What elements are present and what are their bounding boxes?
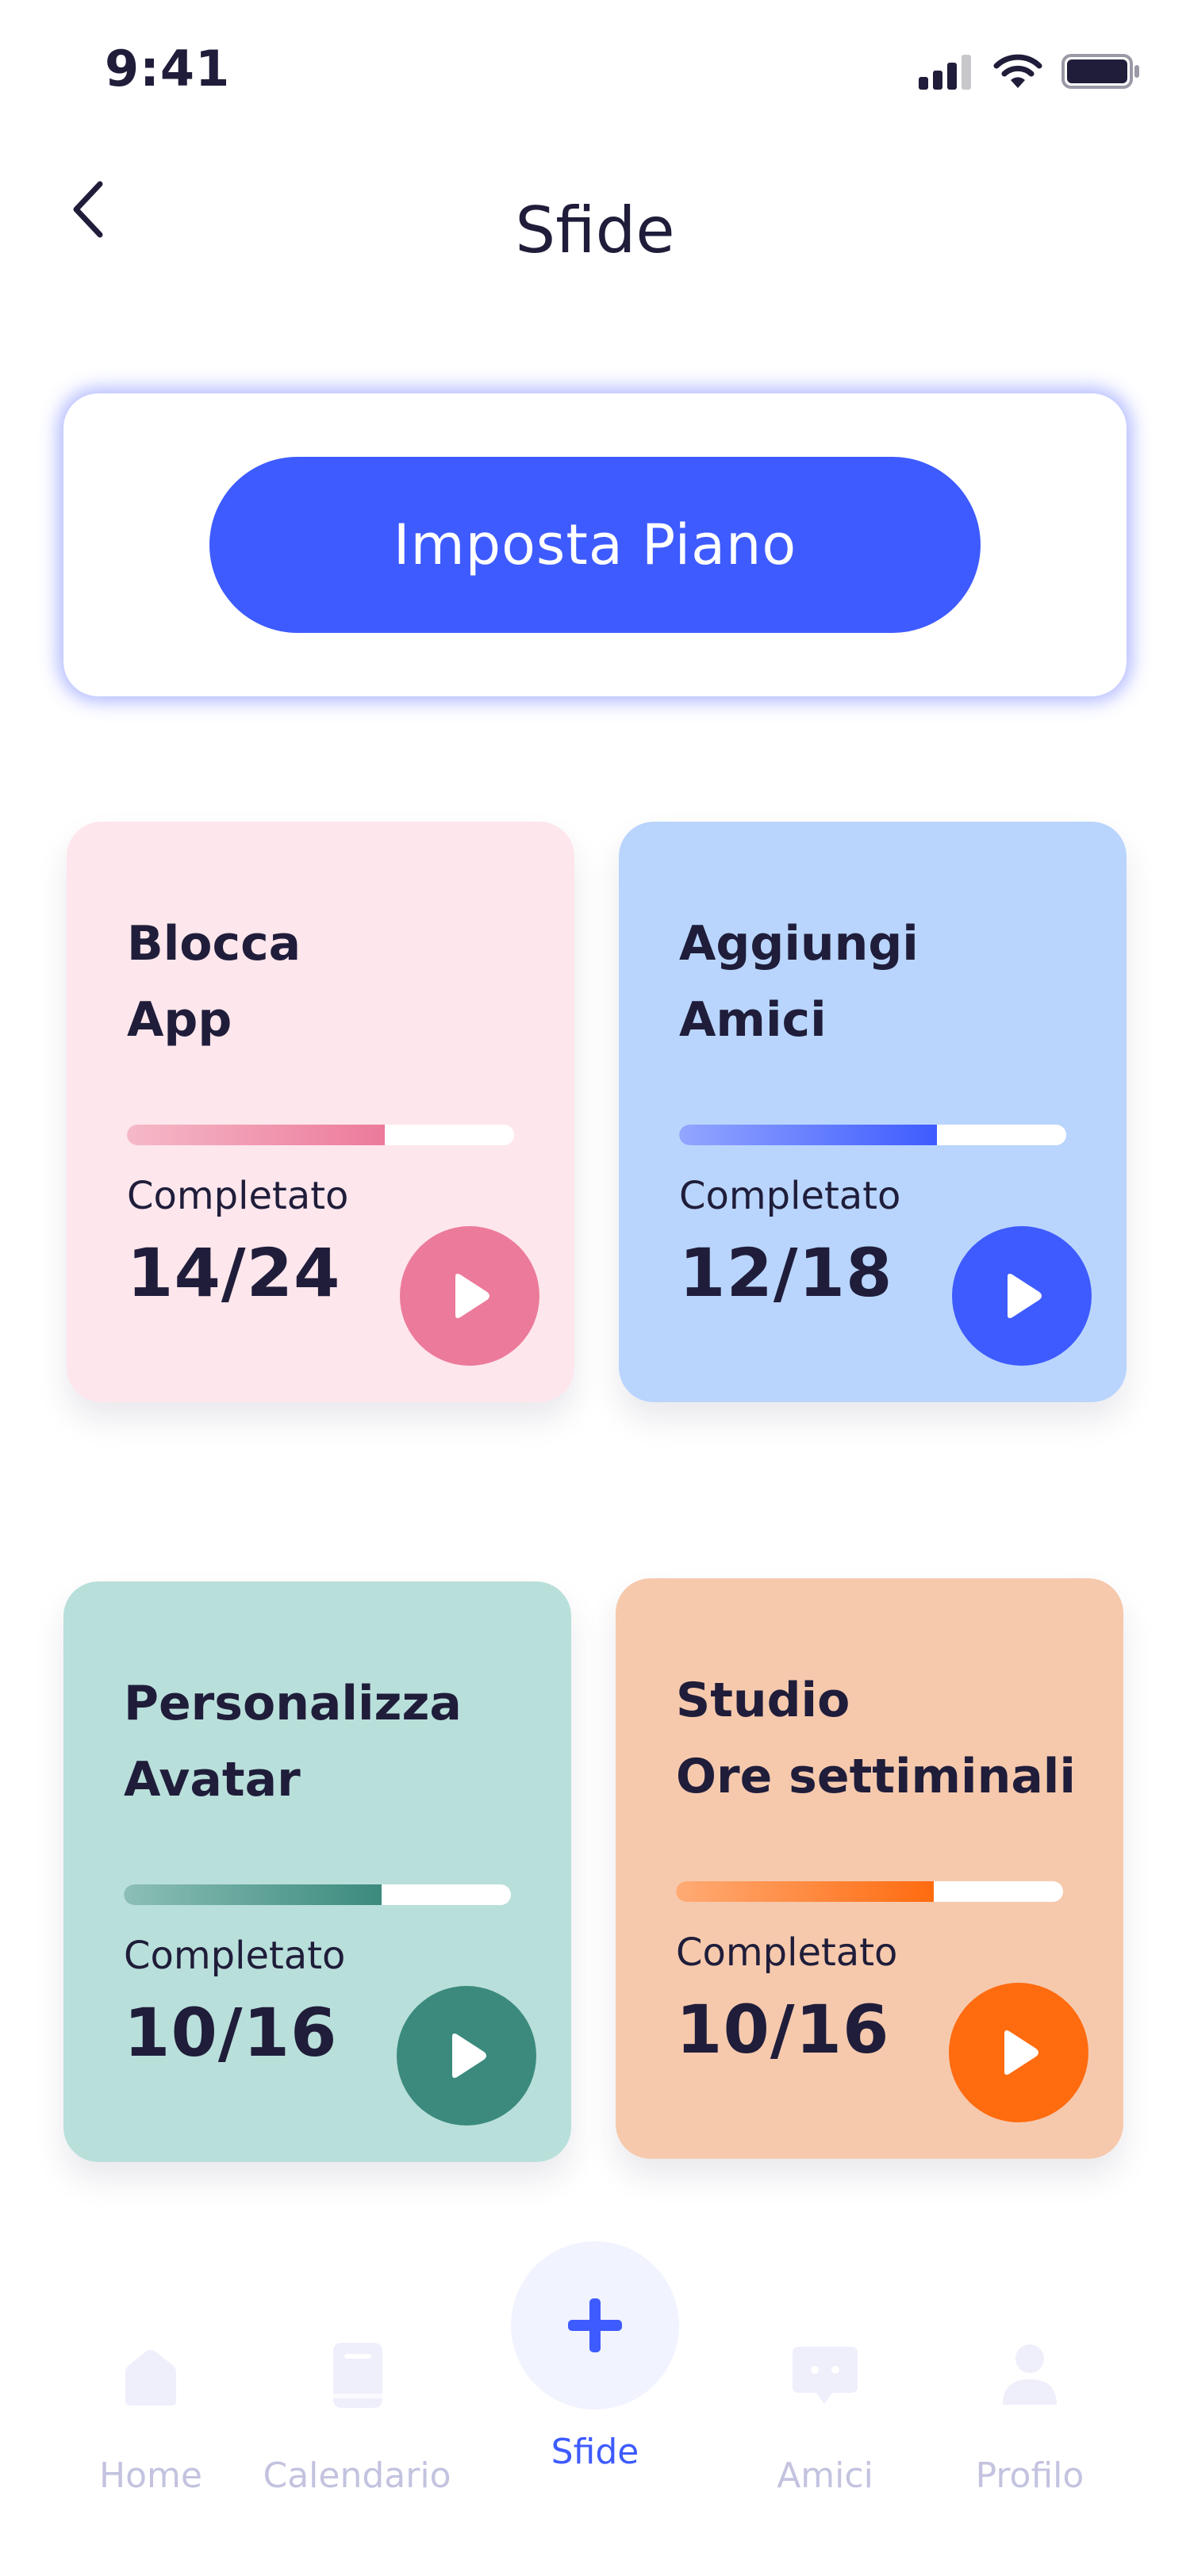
completed-label: Completato <box>679 1174 901 1218</box>
challenge-card-personalizza-avatar[interactable]: Personalizza Avatar Completato 10/16 <box>63 1581 571 2162</box>
nav-item-calendario[interactable]: Calendario <box>262 2316 452 2506</box>
progress-fill <box>127 1125 386 1145</box>
play-button[interactable] <box>952 1226 1092 1366</box>
status-bar: 9:41 <box>0 0 1190 143</box>
progress-bar <box>679 1125 1066 1145</box>
challenge-card-blocca-app[interactable]: Blocca App Completato 14/24 <box>67 822 574 1402</box>
challenge-title: Aggiungi Amici <box>679 916 919 1048</box>
progress-fill <box>676 1881 935 1902</box>
play-icon <box>452 2034 486 2078</box>
challenge-title: Personalizza Avatar <box>124 1676 462 1807</box>
completed-label: Completato <box>127 1174 349 1218</box>
user-icon <box>994 2340 1065 2411</box>
completed-label: Completato <box>676 1930 898 1975</box>
progress-fill <box>124 1884 382 1905</box>
challenge-card-studio-ore[interactable]: Studio Ore settiminali Completato 10/16 <box>616 1578 1123 2159</box>
play-button[interactable] <box>400 1226 539 1366</box>
nav-item-sfide[interactable] <box>511 2241 679 2409</box>
status-time: 9:41 <box>105 40 231 98</box>
challenge-title: Blocca App <box>127 916 301 1048</box>
completed-value: 14/24 <box>127 1234 341 1312</box>
play-icon <box>1004 2030 1038 2075</box>
page-title: Sfide <box>515 194 675 267</box>
nav-item-home[interactable]: Home <box>56 2316 246 2506</box>
battery-icon <box>1061 52 1141 94</box>
progress-bar <box>127 1125 514 1145</box>
completed-value: 10/16 <box>124 1994 338 2072</box>
plus-icon <box>568 2298 622 2352</box>
play-button[interactable] <box>397 1986 536 2126</box>
plan-card: Imposta Piano <box>63 393 1127 696</box>
progress-bar <box>676 1881 1063 1902</box>
completed-value: 10/16 <box>676 1991 890 2068</box>
challenge-title: Studio Ore settiminali <box>676 1673 1076 1804</box>
play-icon <box>1008 1274 1042 1318</box>
chat-icon <box>789 2340 861 2411</box>
completed-value: 12/18 <box>679 1234 893 1312</box>
progress-bar <box>124 1884 511 1905</box>
progress-fill <box>679 1125 938 1145</box>
wifi-icon <box>993 53 1042 93</box>
challenge-card-aggiungi-amici[interactable]: Aggiungi Amici Completato 12/18 <box>619 822 1127 1402</box>
completed-label: Completato <box>124 1934 346 1978</box>
signal-icon <box>919 53 974 93</box>
nav-item-sfide-label: Sfide <box>551 2432 639 2472</box>
status-icons <box>919 52 1141 94</box>
home-icon <box>115 2340 186 2411</box>
play-button[interactable] <box>949 1983 1088 2122</box>
book-icon <box>321 2340 393 2411</box>
nav-item-amici[interactable]: Amici <box>730 2316 920 2506</box>
set-plan-button[interactable]: Imposta Piano <box>209 457 981 633</box>
play-icon <box>455 1274 489 1318</box>
nav-item-profilo[interactable]: Profilo <box>935 2316 1125 2506</box>
